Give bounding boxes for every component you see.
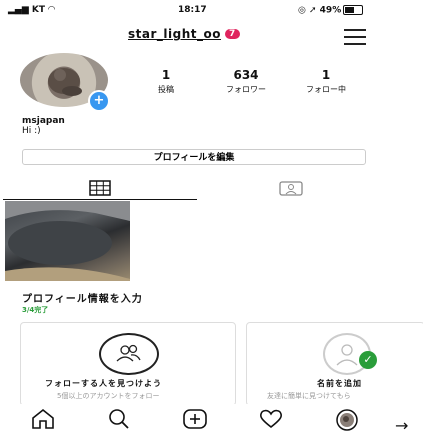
menu-icon[interactable] (344, 29, 366, 45)
home-icon[interactable] (28, 408, 58, 434)
card-subtitle: 友達に簡単に見つけてもら (267, 392, 351, 400)
profile-avatar-icon[interactable] (332, 408, 362, 434)
card-title: フォローする人を見つけよう (45, 379, 162, 388)
stat-value: 634 (233, 68, 259, 82)
onboarding-title: プロフィール情報を入力 (22, 294, 143, 305)
stat-following[interactable]: 1 フォロー中 (296, 68, 356, 95)
username-switcher[interactable]: star_light_oo 7 (128, 27, 240, 41)
add-story-icon[interactable]: + (88, 90, 110, 112)
status-time: 18:17 (178, 5, 207, 15)
next-arrow-icon[interactable]: → (395, 416, 408, 435)
check-icon: ✓ (359, 351, 377, 369)
card-title: 名前を追加 (317, 379, 362, 388)
onboarding-progress: 3/4完了 (22, 306, 49, 314)
stat-label: フォロー中 (306, 85, 346, 94)
stat-value: 1 (161, 68, 171, 82)
stat-followers[interactable]: 634 フォロワー (216, 68, 276, 95)
search-icon[interactable] (104, 408, 134, 434)
battery-icon (343, 5, 364, 15)
post-thumbnail[interactable] (5, 201, 130, 281)
stat-value: 1 (321, 68, 331, 82)
tagged-icon (279, 181, 303, 196)
heart-icon[interactable] (256, 408, 286, 434)
tab-grid[interactable] (3, 176, 197, 200)
bottom-nav (0, 404, 423, 441)
notification-badge: 7 (224, 29, 240, 39)
carrier-signal: ▂▄▆ KT ◠ (8, 5, 56, 15)
status-right: ◎ ➚ 49% (298, 5, 364, 16)
edit-profile-button[interactable]: プロフィールを編集 (22, 149, 366, 165)
status-bar: ▂▄▆ KT ◠ 18:17 ◎ ➚ 49% (0, 0, 423, 22)
stat-label: フォロワー (226, 85, 266, 94)
tab-tagged[interactable] (194, 176, 388, 199)
profile-name: msjapan (22, 116, 65, 126)
find-people-card[interactable]: フォローする人を見つけよう 5個以上のアカウントをフォロー (20, 322, 236, 406)
profile-bio: Hi :) (22, 126, 41, 136)
profile-tabs (0, 176, 423, 200)
people-icon (99, 333, 159, 375)
post-image (5, 201, 130, 281)
stat-posts[interactable]: 1 投稿 (136, 68, 196, 95)
stat-label: 投稿 (158, 85, 174, 94)
add-post-icon[interactable] (180, 408, 210, 434)
grid-icon (89, 180, 111, 196)
add-name-card[interactable]: ✓ 名前を追加 友達に簡単に見つけてもら (246, 322, 423, 406)
card-subtitle: 5個以上のアカウントをフォロー (57, 392, 160, 400)
username: star_light_oo (128, 27, 221, 41)
